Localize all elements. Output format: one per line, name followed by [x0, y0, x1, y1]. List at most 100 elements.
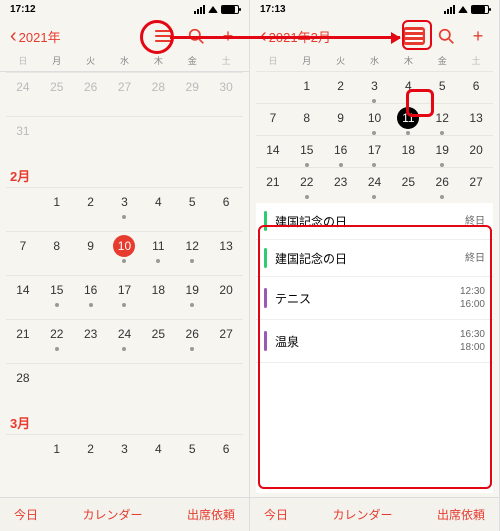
day-cell[interactable]: 27 [209, 319, 243, 363]
day-cell[interactable]: 2 [74, 434, 108, 478]
day-cell[interactable]: 27 [108, 72, 142, 116]
day-cell[interactable]: 5 [425, 71, 459, 103]
day-cell[interactable]: 18 [141, 275, 175, 319]
day-cell[interactable]: 13 [459, 103, 493, 135]
calendars-button[interactable]: カレンダー [332, 506, 392, 523]
calendar-scroll[interactable]: 24 25 26 27 28 29 30 31 2月 1234567891011… [0, 72, 249, 497]
day-cell[interactable]: 18 [391, 135, 425, 167]
day-cell[interactable] [74, 363, 108, 407]
day-cell[interactable]: 28 [6, 363, 40, 407]
calendars-button[interactable]: カレンダー [82, 506, 142, 523]
month-label: 3月 [6, 407, 243, 434]
day-cell[interactable]: 12 [175, 231, 209, 275]
day-cell[interactable]: 8 [40, 231, 74, 275]
day-cell[interactable] [209, 363, 243, 407]
day-cell[interactable]: 6 [209, 187, 243, 231]
day-cell[interactable]: 6 [459, 71, 493, 103]
day-cell[interactable]: 22 [40, 319, 74, 363]
day-cell[interactable]: 1 [290, 71, 324, 103]
day-cell[interactable]: 6 [209, 434, 243, 478]
day-cell[interactable]: 19 [425, 135, 459, 167]
day-cell[interactable] [108, 363, 142, 407]
event-row[interactable]: 温泉16:3018:00 [256, 320, 493, 363]
add-button[interactable]: + [467, 25, 489, 47]
day-cell[interactable]: 21 [256, 167, 290, 199]
day-cell[interactable] [6, 187, 40, 231]
day-cell[interactable]: 29 [175, 72, 209, 116]
day-cell[interactable]: 14 [6, 275, 40, 319]
search-button[interactable] [185, 25, 207, 47]
day-cell[interactable]: 2 [324, 71, 358, 103]
day-cell[interactable]: 12 [425, 103, 459, 135]
day-cell[interactable]: 21 [6, 319, 40, 363]
event-row[interactable]: テニス12:3016:00 [256, 277, 493, 320]
invites-button[interactable]: 出席依頼 [437, 506, 485, 523]
day-cell[interactable]: 4 [141, 434, 175, 478]
day-cell[interactable]: 5 [175, 434, 209, 478]
day-cell[interactable]: 15 [290, 135, 324, 167]
day-cell[interactable]: 9 [74, 231, 108, 275]
day-cell[interactable]: 4 [141, 187, 175, 231]
phone-left: 17:12 2021年 + 日 月 火 水 木 金 土 24 25 26 27 … [0, 0, 250, 531]
day-cell[interactable]: 11 [141, 231, 175, 275]
day-cell[interactable]: 22 [290, 167, 324, 199]
invites-button[interactable]: 出席依頼 [187, 506, 235, 523]
day-cell[interactable]: 23 [74, 319, 108, 363]
day-cell[interactable] [175, 363, 209, 407]
day-cell[interactable]: 9 [324, 103, 358, 135]
day-cell[interactable]: 26 [175, 319, 209, 363]
day-cell[interactable]: 17 [108, 275, 142, 319]
day-cell[interactable]: 20 [209, 275, 243, 319]
event-row[interactable]: 建国記念の日終日 [256, 240, 493, 277]
day-cell[interactable]: 26 [74, 72, 108, 116]
day-cell[interactable]: 4 [391, 71, 425, 103]
day-cell[interactable]: 2 [74, 187, 108, 231]
day-cell[interactable]: 24 [358, 167, 392, 199]
back-button[interactable]: 2021年2月 [260, 27, 331, 46]
day-cell[interactable]: 14 [256, 135, 290, 167]
day-cell[interactable] [40, 363, 74, 407]
day-cell[interactable]: 19 [175, 275, 209, 319]
search-button[interactable] [435, 25, 457, 47]
day-cell[interactable]: 13 [209, 231, 243, 275]
day-cell[interactable]: 10 [108, 231, 142, 275]
day-cell[interactable]: 20 [459, 135, 493, 167]
day-cell[interactable]: 1 [40, 187, 74, 231]
event-time: 12:3016:00 [460, 285, 485, 311]
today-button[interactable]: 今日 [264, 506, 288, 523]
event-time: 終日 [465, 252, 485, 265]
day-cell[interactable]: 7 [6, 231, 40, 275]
day-cell[interactable]: 8 [290, 103, 324, 135]
day-cell[interactable]: 23 [324, 167, 358, 199]
day-cell[interactable]: 3 [108, 187, 142, 231]
list-toggle-button[interactable] [403, 25, 425, 47]
day-cell[interactable]: 1 [40, 434, 74, 478]
day-cell[interactable]: 11 [391, 103, 425, 135]
day-cell[interactable]: 24 [6, 72, 40, 116]
day-cell[interactable]: 30 [209, 72, 243, 116]
day-cell[interactable]: 16 [74, 275, 108, 319]
event-row[interactable]: 建国記念の日終日 [256, 203, 493, 240]
day-cell[interactable]: 31 [6, 116, 40, 160]
day-cell[interactable] [256, 71, 290, 103]
day-cell[interactable]: 3 [108, 434, 142, 478]
add-button[interactable]: + [217, 25, 239, 47]
day-cell[interactable]: 24 [108, 319, 142, 363]
day-cell[interactable]: 17 [358, 135, 392, 167]
day-cell[interactable]: 25 [40, 72, 74, 116]
day-cell[interactable]: 10 [358, 103, 392, 135]
day-cell[interactable]: 28 [141, 72, 175, 116]
day-cell[interactable]: 25 [141, 319, 175, 363]
day-cell[interactable]: 25 [391, 167, 425, 199]
day-cell[interactable]: 26 [425, 167, 459, 199]
day-cell[interactable]: 16 [324, 135, 358, 167]
day-cell[interactable]: 3 [358, 71, 392, 103]
back-button[interactable]: 2021年 [10, 27, 61, 46]
day-cell[interactable]: 5 [175, 187, 209, 231]
today-button[interactable]: 今日 [14, 506, 38, 523]
day-cell[interactable]: 7 [256, 103, 290, 135]
day-cell[interactable]: 15 [40, 275, 74, 319]
day-cell[interactable]: 27 [459, 167, 493, 199]
day-cell[interactable] [141, 363, 175, 407]
list-toggle-button[interactable] [153, 25, 175, 47]
